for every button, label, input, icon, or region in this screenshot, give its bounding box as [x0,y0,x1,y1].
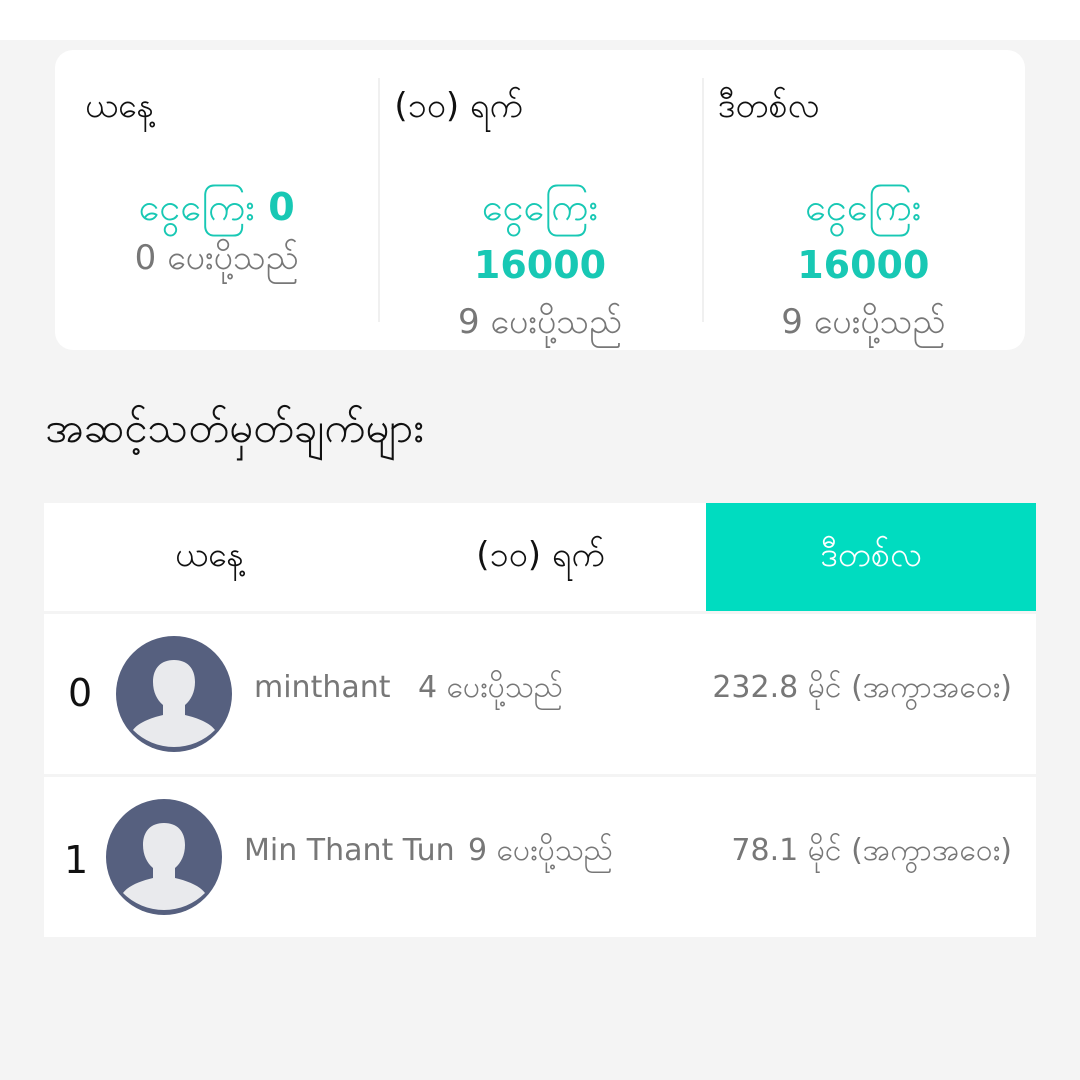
tab-this-month[interactable]: ဒီတစ်လ [706,503,1036,611]
rank-number: 0 [68,671,93,715]
money-label: ငွေကြေး [805,185,922,229]
rank-number: 1 [64,838,89,882]
user-silhouette-icon [123,823,205,910]
sent-count: 9 ပေးပို့သည် [468,833,613,868]
avatar [106,799,222,915]
money-label-line: ငွေကြေး [378,178,701,236]
summary-body: ငွေကြေး 16000 9 ပေးပို့သည် [378,178,701,350]
money-label-line: ငွေကြေး [702,178,1025,236]
sent-count: 0 ပေးပို့သည် [134,238,299,278]
distance-value: 78.1 မိုင် (အကွာအဝေး) [731,833,1012,868]
summary-10-days: (၁၀) ရက် ငွေကြေး 16000 9 ပေးပို့သည် [378,50,701,350]
summary-period-label: ယနေ့ [85,86,155,126]
summary-body: ငွေကြေး 0 0 ပေးပို့သည် [55,178,378,286]
user-silhouette-icon [133,660,215,747]
money-label: ငွေကြေး [138,185,255,229]
distance-value: 232.8 မိုင် (အကွာအဝေး) [712,670,1012,705]
sent-count: 4 ပေးပို့သည် [418,670,563,705]
summary-period-label: ဒီတစ်လ [717,86,820,126]
tab-10-days[interactable]: (၁၀) ရက် [375,503,706,611]
money-value: 0 [268,185,295,229]
member-name: minthant [254,670,391,705]
ranking-row[interactable]: 0 minthant 4 ပေးပို့သည် 232.8 မိုင် (အကွ… [44,614,1036,774]
tab-today[interactable]: ယနေ့ [44,503,375,611]
summary-card: ယနေ့ ငွေကြေး 0 0 ပေးပို့သည် (၁၀) ရက် ငွေ… [55,50,1025,350]
summary-this-month: ဒီတစ်လ ငွေကြေး 16000 9 ပေးပို့သည် [701,50,1025,350]
section-title: အဆင့်သတ်မှတ်ချက်များ [45,403,424,452]
summary-body: ငွေကြေး 16000 9 ပေးပို့သည် [702,178,1025,350]
money-value: 16000 [797,243,930,287]
top-bar [0,0,1080,40]
money-label: ငွေကြေး [481,185,599,229]
money-value: 16000 [473,243,607,287]
sent-count: 9 ပေးပို့သည် [781,302,946,342]
sent-count: 9 ပေးပို့သည် [457,302,623,342]
ranking-row[interactable]: 1 Min Thant Tun 9 ပေးပို့သည် 78.1 မိုင် … [44,777,1036,937]
ranking-list: 0 minthant 4 ပေးပို့သည် 232.8 မိုင် (အကွ… [44,614,1036,940]
avatar [116,636,232,752]
member-name: Min Thant Tun [244,833,455,868]
money-line: ငွေကြေး 0 [55,178,378,236]
summary-period-label: (၁၀) ရက် [394,86,523,126]
ranking-period-tabs: ယနေ့ (၁၀) ရက် ဒီတစ်လ [44,503,1036,611]
summary-today: ယနေ့ ငွေကြေး 0 0 ပေးပို့သည် [55,50,378,350]
